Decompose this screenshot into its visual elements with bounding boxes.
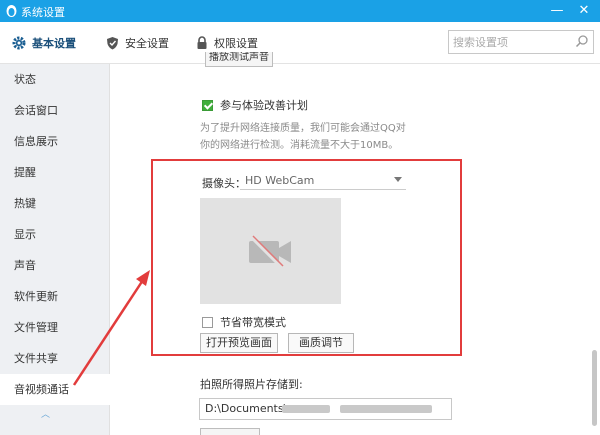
tab-security-settings[interactable]: 安全设置 (106, 22, 169, 64)
window-title: 系统设置 (21, 6, 65, 19)
improve-program-description: 为了提升网络连接质量，我们可能会通过QQ对 你的网络进行检测。消耗流量不大于10… (200, 123, 406, 151)
search-icon[interactable] (575, 34, 589, 48)
sidebar-item-file-management[interactable]: 文件管理 (0, 312, 110, 343)
improve-program-label: 参与体验改善计划 (220, 99, 308, 112)
chevron-down-icon (394, 177, 402, 182)
play-test-sound-button[interactable]: 播放测试声音 (205, 52, 273, 67)
open-preview-button[interactable]: 打开预览画面 (200, 333, 278, 353)
improve-program-option[interactable]: 参与体验改善计划 (202, 97, 308, 113)
settings-sidebar: 状态 会话窗口 信息展示 提醒 热键 显示 声音 软件更新 文件管理 文件共享 … (0, 64, 111, 435)
search-input[interactable] (453, 34, 569, 50)
sidebar-item-status[interactable]: 状态 (0, 64, 110, 95)
sidebar-item-chat-window[interactable]: 会话窗口 (0, 95, 110, 126)
sidebar-item-hotkeys[interactable]: 热键 (0, 188, 110, 219)
sidebar-item-display[interactable]: 显示 (0, 219, 110, 250)
bandwidth-save-label: 节省带宽模式 (220, 316, 286, 329)
photo-save-path-label: 拍照所得照片存储到: (200, 378, 303, 391)
bandwidth-save-checkbox[interactable] (202, 316, 213, 328)
sidebar-item-info-display[interactable]: 信息展示 (0, 126, 110, 157)
sidebar-item-sound[interactable]: 声音 (0, 250, 110, 281)
sidebar-item-file-sharing[interactable]: 文件共享 (0, 343, 110, 374)
close-button[interactable]: ✕ (575, 2, 593, 20)
browse-button[interactable] (200, 428, 260, 435)
photo-save-path-field[interactable]: D:\Documents\ (199, 398, 452, 420)
tab-label: 基本设置 (32, 37, 76, 50)
search-box[interactable] (448, 30, 594, 54)
minimize-button[interactable]: — (548, 2, 566, 20)
improve-program-checkbox[interactable] (202, 99, 213, 111)
camera-select[interactable]: HD WebCam (240, 172, 406, 190)
sidebar-item-reminder[interactable]: 提醒 (0, 157, 110, 188)
camera-preview-area (200, 198, 341, 304)
sidebar-scroll-up-icon[interactable]: ︿ (41, 407, 51, 420)
sidebar-item-software-update[interactable]: 软件更新 (0, 281, 110, 312)
content-scrollbar[interactable] (592, 350, 597, 426)
camera-off-icon (249, 235, 291, 269)
settings-tab-bar: 基本设置 安全设置 权限设置 (0, 22, 600, 64)
qq-penguin-icon (6, 5, 17, 17)
tab-label: 安全设置 (125, 37, 169, 50)
bandwidth-save-option[interactable]: 节省带宽模式 (202, 314, 286, 330)
sidebar-item-av-call[interactable]: 音视频通话 (0, 374, 111, 405)
title-bar: 系统设置 — ✕ (0, 0, 600, 22)
lock-icon (197, 36, 207, 49)
tab-label: 权限设置 (214, 37, 258, 50)
redacted-path-segment (282, 405, 330, 413)
quality-adjust-button[interactable]: 画质调节 (288, 333, 354, 353)
redacted-path-segment (340, 405, 432, 413)
gear-icon (12, 36, 26, 50)
tab-basic-settings[interactable]: 基本设置 (12, 22, 76, 64)
shield-icon (107, 37, 118, 50)
camera-select-value: HD WebCam (245, 174, 315, 187)
photo-save-path-value: D:\Documents\ (205, 402, 288, 415)
